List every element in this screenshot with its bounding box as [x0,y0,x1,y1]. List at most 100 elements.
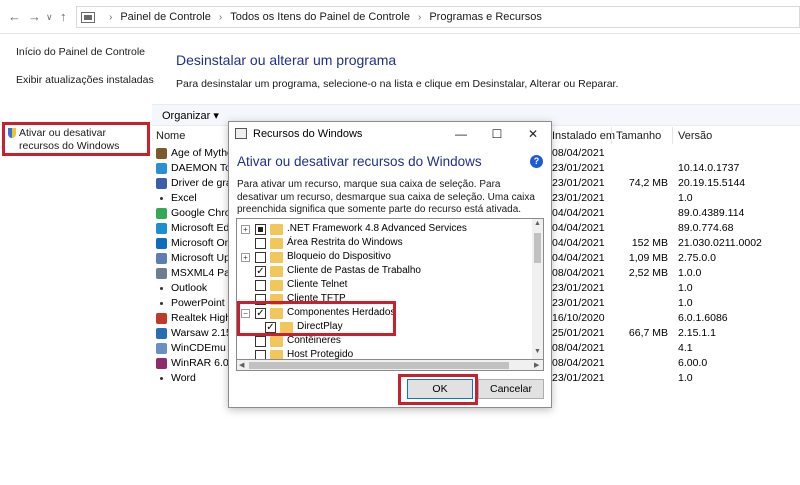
feature-label: Área Restrita do Windows [287,237,403,248]
feature-item[interactable]: − ✓ Componentes Herdados [237,307,533,320]
back-arrow-icon[interactable]: ← [8,9,21,24]
feature-checkbox[interactable]: ✓ [255,308,266,319]
breadcrumb-chevron-icon[interactable]: › [219,12,222,23]
column-header-size[interactable]: Tamanho [616,130,661,142]
folder-icon [270,266,283,277]
folder-icon [270,336,283,347]
feature-checkbox[interactable] [255,336,266,347]
feature-item[interactable]: Área Restrita do Windows [237,237,533,250]
ok-button[interactable]: OK [407,379,473,399]
feature-item[interactable]: Cliente Telnet [237,279,533,292]
program-version: 89.0.4389.114 [678,207,745,219]
feature-label: Cliente TFTP [287,293,346,304]
feature-checkbox[interactable] [255,224,266,235]
up-arrow-icon[interactable]: ↑ [60,9,67,24]
bullet-icon [160,197,163,200]
feature-checkbox[interactable] [255,252,266,263]
column-header-installed[interactable]: Instalado em [552,130,615,142]
collapse-icon[interactable]: − [241,309,250,318]
installed-date: 23/01/2021 [552,282,605,294]
view-updates-link[interactable]: Exibir atualizações instaladas [16,74,154,86]
windows-features-label: Ativar ou desativar recursos do Windows [19,127,120,152]
installed-date: 08/04/2021 [552,267,605,279]
program-icon [156,148,167,159]
breadcrumb-programs[interactable]: Programas e Recursos [429,11,542,23]
window-app-icon [235,128,247,139]
program-name: Microsoft One [171,237,237,249]
program-icon [156,313,167,324]
column-separator[interactable] [672,127,673,144]
program-name: Microsoft Edg [171,222,236,234]
feature-item[interactable]: + Bloqueio do Dispositivo [237,251,533,264]
scroll-right-icon[interactable]: ▶ [534,361,539,369]
windows-features-link[interactable]: Ativar ou desativar recursos do Windows [2,122,150,156]
page-title: Desinstalar ou alterar um programa [176,52,397,68]
feature-item[interactable]: + .NET Framework 4.8 Advanced Services [237,223,533,236]
installed-date: 04/04/2021 [552,207,605,219]
installed-date: 04/04/2021 [552,222,605,234]
installed-date: 23/01/2021 [552,372,605,384]
feature-item[interactable]: ✓ DirectPlay [237,321,533,334]
program-size: 2,52 MB [628,267,668,279]
program-icon [156,178,167,189]
scroll-thumb[interactable] [534,233,541,263]
vertical-scrollbar[interactable]: ▲ ▼ [532,219,543,359]
installed-date: 23/01/2021 [552,297,605,309]
minimize-icon[interactable]: — [447,124,475,144]
feature-item[interactable]: Host Protegido [237,349,533,359]
feature-checkbox[interactable] [255,294,266,305]
program-name: PowerPoint [171,297,225,309]
page-description: Para desinstalar um programa, selecione-… [176,78,619,90]
expand-icon[interactable]: + [241,225,250,234]
program-version: 1.0 [678,192,693,204]
folder-icon [280,322,293,333]
organize-button[interactable]: Organizar ▾ [162,109,219,122]
close-icon[interactable]: ✕ [519,124,547,144]
feature-label: Cliente de Pastas de Trabalho [287,265,421,276]
feature-checkbox[interactable] [255,238,266,249]
dialog-window-title: Recursos do Windows [253,128,363,140]
feature-checkbox[interactable]: ✓ [255,266,266,277]
scroll-up-icon[interactable]: ▲ [532,220,543,227]
program-name: Outlook [171,282,208,294]
bullet-icon [160,287,163,290]
feature-label: .NET Framework 4.8 Advanced Services [287,223,467,234]
horizontal-scrollbar[interactable]: ◀ ▶ [236,360,544,371]
cancel-button[interactable]: Cancelar [478,379,544,399]
column-header-name[interactable]: Nome [156,130,185,142]
recent-chevron-icon[interactable]: ∨ [46,12,53,23]
program-version: 6.0.1.6086 [678,312,728,324]
program-icon [156,343,167,354]
help-icon[interactable]: ? [530,155,543,168]
breadcrumb-all-items[interactable]: Todos os Itens do Painel de Controle [230,11,410,23]
breadcrumb-chevron-icon[interactable]: › [109,12,112,23]
shield-icon [8,128,16,138]
scroll-thumb[interactable] [249,362,509,369]
program-version: 1.0 [678,372,693,384]
scroll-down-icon[interactable]: ▼ [532,348,543,355]
folder-icon [270,238,283,249]
program-icon [156,208,167,219]
dialog-titlebar[interactable]: Recursos do Windows — ☐ ✕ [229,122,551,146]
forward-arrow-icon[interactable]: → [28,9,41,24]
column-separator[interactable] [611,127,612,144]
windows-features-dialog: Recursos do Windows — ☐ ✕ Ativar ou desa… [228,121,552,408]
address-field[interactable]: › Painel de Controle › Todos os Itens do… [76,6,800,28]
installed-date: 04/04/2021 [552,252,605,264]
expand-icon[interactable]: + [241,253,250,262]
maximize-icon[interactable]: ☐ [483,124,511,144]
column-header-version[interactable]: Versão [678,130,712,142]
breadcrumb-chevron-icon[interactable]: › [418,12,421,23]
folder-icon [270,350,283,359]
feature-item[interactable]: Cliente TFTP [237,293,533,306]
program-icon [156,268,167,279]
breadcrumb-control-panel[interactable]: Painel de Controle [120,11,211,23]
control-panel-home-link[interactable]: Início do Painel de Controle [16,46,145,58]
feature-checkbox[interactable]: ✓ [265,322,276,333]
feature-item[interactable]: ✓ Cliente de Pastas de Trabalho [237,265,533,278]
feature-item[interactable]: Contêineres [237,335,533,348]
feature-checkbox[interactable] [255,350,266,359]
installed-date: 25/01/2021 [552,327,605,339]
feature-checkbox[interactable] [255,280,266,291]
scroll-left-icon[interactable]: ◀ [239,361,244,369]
